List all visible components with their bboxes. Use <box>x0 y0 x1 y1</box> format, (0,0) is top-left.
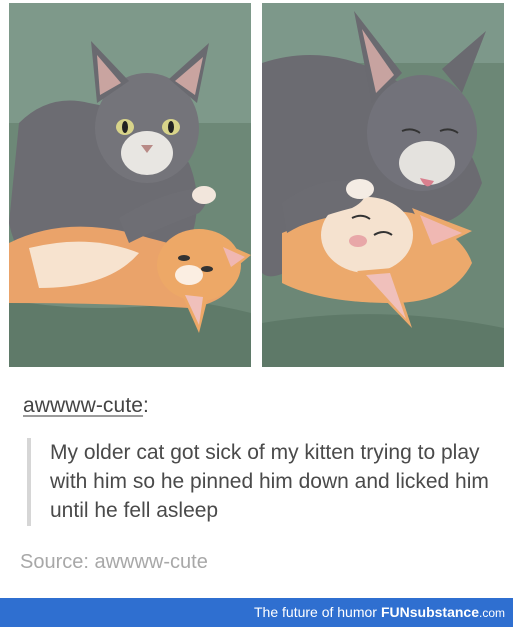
footer-tagline-text: The future of humor <box>254 604 377 620</box>
username-link[interactable]: awwww-cute <box>23 394 143 417</box>
post-source[interactable]: Source: awwww-cute <box>20 551 208 574</box>
post-quote: My older cat got sick of my kitten tryin… <box>50 441 489 522</box>
watermark-footer: The future of humor FUNsubstance.com <box>0 598 513 627</box>
quote-divider <box>27 438 31 526</box>
footer-tagline: The future of humor FUNsubstance.com <box>254 604 505 620</box>
meme-post: awwww-cute: My older cat got sick of my … <box>0 0 513 627</box>
photo-cat-holding-kitten <box>9 3 251 367</box>
footer-domain: .com <box>478 606 505 620</box>
post-username-line: awwww-cute: <box>23 394 149 418</box>
photo-cat-licking-kitten <box>262 3 504 367</box>
username-colon: : <box>143 394 149 417</box>
photo-left-illustration <box>9 3 251 367</box>
footer-brand-prefix: FUN <box>380 604 410 620</box>
photo-right-illustration <box>262 3 504 367</box>
footer-brand-suffix: substance <box>409 604 479 620</box>
